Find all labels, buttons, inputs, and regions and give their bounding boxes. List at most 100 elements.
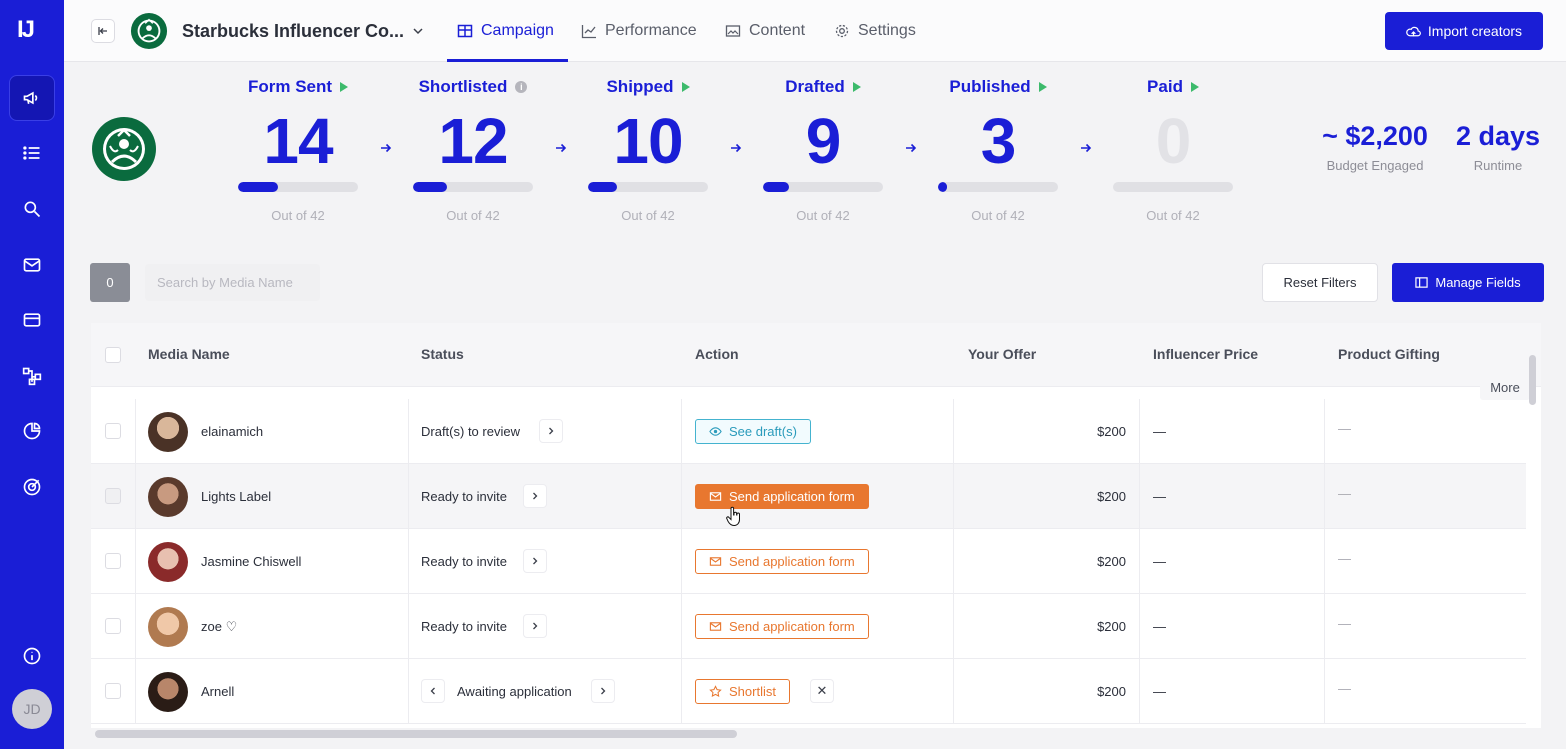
pie-chart-icon[interactable]: [9, 408, 55, 454]
tab-label: Performance: [605, 22, 697, 39]
shortlist-button[interactable]: Shortlist: [695, 679, 790, 704]
row-checkbox[interactable]: [105, 423, 121, 439]
media-name[interactable]: Lights Label: [201, 489, 271, 504]
stage-label[interactable]: Drafted: [785, 76, 861, 98]
divider: [681, 594, 682, 658]
runtime-summary: 2 days Runtime: [1452, 121, 1544, 173]
chevron-right-icon[interactable]: [539, 419, 563, 443]
stage-shortlisted: Shortlisted i 12 Out of 42: [413, 76, 533, 223]
action-label: Shortlist: [729, 684, 776, 699]
action-label: Send application form: [729, 554, 855, 569]
app-logo[interactable]: IJ: [17, 16, 47, 46]
eye-icon: [709, 427, 722, 436]
send-application-form-button[interactable]: Send application form: [695, 614, 869, 639]
collapse-sidebar-button[interactable]: [91, 19, 115, 43]
select-all-checkbox[interactable]: [105, 347, 121, 363]
column-header[interactable]: Influencer Price: [1153, 346, 1258, 362]
creators-table: Media Name Status Action Your Offer Infl…: [91, 323, 1541, 728]
chevron-right-icon[interactable]: [591, 679, 615, 703]
column-header[interactable]: Product Gifting: [1338, 346, 1440, 362]
progress-bar: [413, 182, 533, 192]
table-row[interactable]: elainamich Draft(s) to review See draft(…: [91, 399, 1526, 464]
info-icon[interactable]: i: [515, 81, 528, 93]
stage-label[interactable]: Shortlisted i: [419, 76, 528, 98]
stage-label[interactable]: Form Sent: [248, 76, 349, 98]
send-application-form-button[interactable]: Send application form: [695, 549, 869, 574]
tab-settings[interactable]: Settings: [834, 0, 916, 62]
target-icon[interactable]: [9, 464, 55, 510]
reject-button[interactable]: ✕: [810, 679, 834, 703]
status-text: Draft(s) to review: [421, 424, 520, 439]
row-checkbox[interactable]: [105, 488, 121, 504]
search-input[interactable]: [145, 264, 320, 301]
arrow-right-icon: [556, 143, 567, 153]
chevron-down-icon[interactable]: [411, 24, 425, 38]
mail-icon[interactable]: [9, 242, 55, 288]
column-header[interactable]: Action: [695, 346, 739, 362]
table-row[interactable]: Arnell Awaiting application Shortlist ✕ …: [91, 659, 1526, 724]
campaign-title[interactable]: Starbucks Influencer Co...: [182, 21, 404, 42]
chevron-right-icon[interactable]: [523, 549, 547, 573]
see-drafts-button[interactable]: See draft(s): [695, 419, 811, 444]
tab-campaign[interactable]: Campaign: [447, 0, 568, 62]
table-row[interactable]: zoe ♡ Ready to invite Send application f…: [91, 594, 1526, 659]
offer-value: $200: [1097, 554, 1126, 569]
list-icon[interactable]: [9, 130, 55, 176]
action-label: Send application form: [729, 489, 855, 504]
image-icon: [725, 25, 741, 37]
divider: [408, 659, 409, 723]
table-row[interactable]: Lights Label Ready to invite Send applic…: [91, 464, 1526, 529]
star-icon: [709, 685, 722, 697]
megaphone-icon[interactable]: [9, 75, 55, 121]
divider: [135, 464, 136, 528]
chevron-right-icon[interactable]: [523, 614, 547, 638]
flow-icon[interactable]: [9, 353, 55, 399]
row-checkbox[interactable]: [105, 618, 121, 634]
card-icon[interactable]: [9, 297, 55, 343]
horizontal-scrollbar[interactable]: [95, 730, 737, 738]
divider: [953, 594, 954, 658]
progress-bar: [1113, 182, 1233, 192]
stage-total: Out of 42: [1146, 208, 1200, 223]
play-icon: [1190, 82, 1199, 92]
vertical-scrollbar[interactable]: [1529, 355, 1536, 405]
stage-label[interactable]: Shipped: [606, 76, 690, 98]
gear-icon: [835, 24, 849, 38]
media-name[interactable]: Arnell: [201, 684, 234, 699]
divider: [1139, 464, 1140, 528]
search-icon[interactable]: [9, 186, 55, 232]
divider: [1324, 529, 1325, 593]
table-row[interactable]: Jasmine Chiswell Ready to invite Send ap…: [91, 529, 1526, 594]
divider: [408, 529, 409, 593]
stage-label[interactable]: Published: [949, 76, 1047, 98]
row-checkbox[interactable]: [105, 553, 121, 569]
tab-performance[interactable]: Performance: [581, 0, 697, 62]
column-header[interactable]: Status: [421, 346, 464, 362]
progress-bar: [238, 182, 358, 192]
status-text: Ready to invite: [421, 619, 507, 634]
import-creators-button[interactable]: Import creators: [1385, 12, 1543, 50]
media-name[interactable]: Jasmine Chiswell: [201, 554, 301, 569]
info-icon[interactable]: [9, 633, 55, 679]
status-text: Ready to invite: [421, 554, 507, 569]
progress-fill: [413, 182, 448, 192]
column-header[interactable]: Media Name: [148, 346, 230, 362]
row-checkbox[interactable]: [105, 683, 121, 699]
more-columns-button[interactable]: More: [1480, 374, 1530, 400]
chevron-right-icon[interactable]: [523, 484, 547, 508]
play-icon: [1038, 82, 1047, 92]
tab-content[interactable]: Content: [725, 0, 805, 62]
media-name[interactable]: zoe ♡: [201, 619, 237, 635]
divider: [953, 464, 954, 528]
media-name[interactable]: elainamich: [201, 424, 263, 439]
action-label: Send application form: [729, 619, 855, 634]
user-avatar[interactable]: JD: [12, 689, 52, 729]
stage-label[interactable]: Paid: [1147, 76, 1199, 98]
chevron-left-icon[interactable]: [421, 679, 445, 703]
reset-filters-button[interactable]: Reset Filters: [1262, 263, 1378, 302]
offer-value: $200: [1097, 489, 1126, 504]
manage-fields-button[interactable]: Manage Fields: [1392, 263, 1544, 302]
send-application-form-button[interactable]: Send application form: [695, 484, 869, 509]
column-header[interactable]: Your Offer: [968, 346, 1036, 362]
progress-bar: [588, 182, 708, 192]
